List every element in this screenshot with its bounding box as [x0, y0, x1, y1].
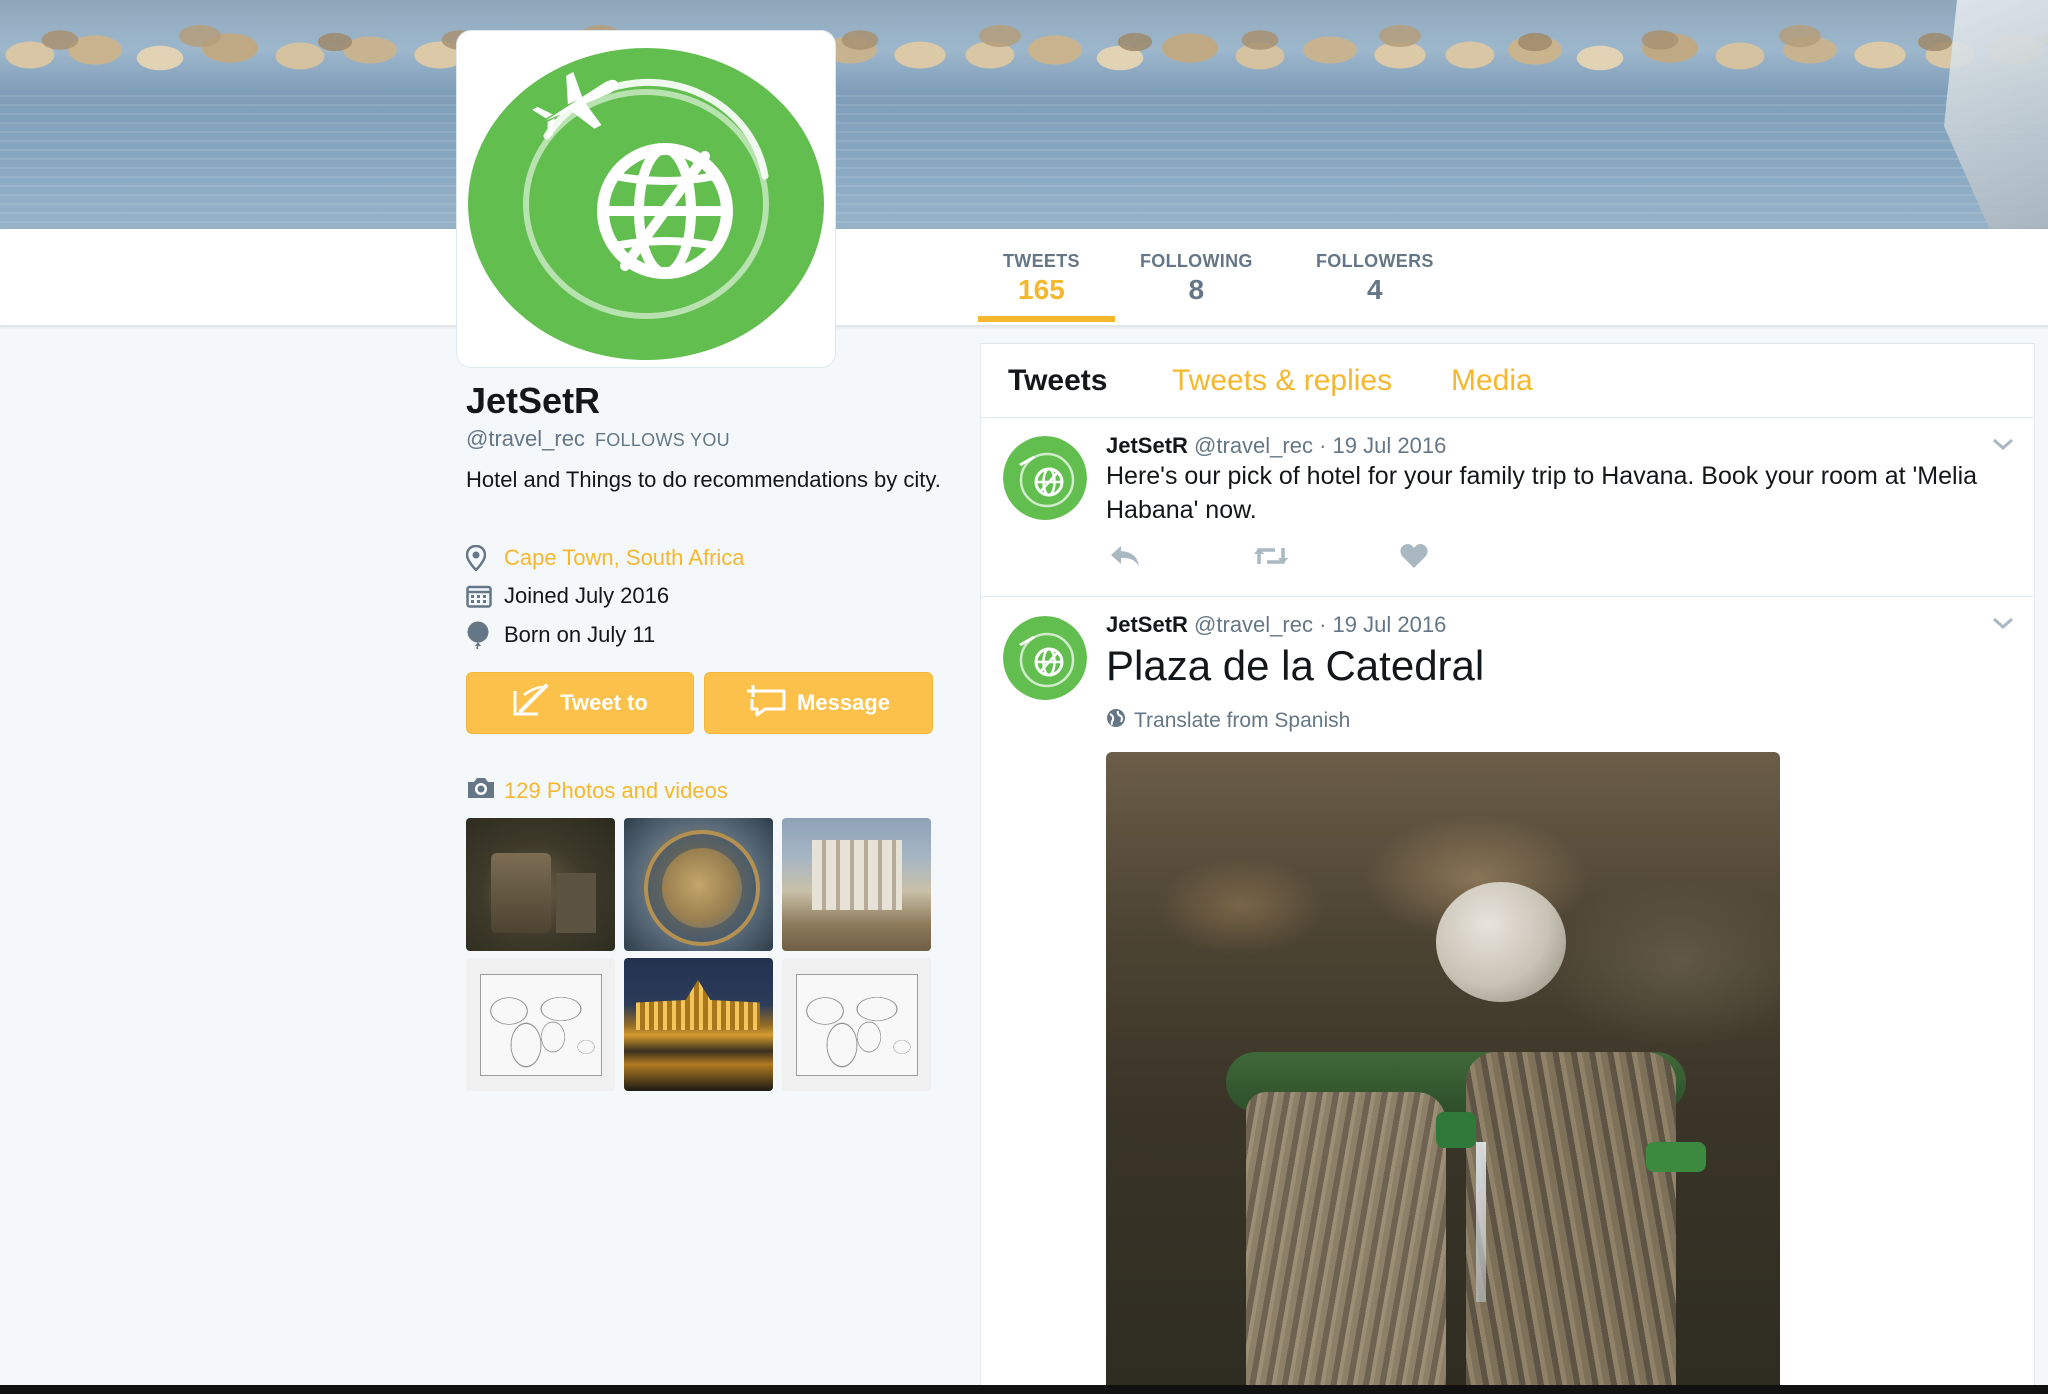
profile-location-text[interactable]: Cape Town, South Africa — [504, 545, 745, 571]
window-bottom-edge — [0, 1385, 2048, 1394]
active-stat-underline — [978, 316, 1115, 322]
stat-following-label: FOLLOWING — [1140, 251, 1253, 271]
banner-rocks-shadow — [0, 10, 2048, 80]
tab-tweets-and-replies[interactable]: Tweets & replies — [1172, 364, 1392, 398]
tweet-header: JetSetR @travel_rec · 19 Jul 2016 — [1106, 433, 1446, 459]
tweet-header: JetSetR @travel_rec · 19 Jul 2016 — [1106, 612, 1446, 638]
profile-nav-bar: TWEETS 165 FOLLOWING 8 FOLLOWERS 4 — [0, 229, 2048, 326]
media-pipe — [1436, 1112, 1476, 1148]
stat-tweets-label: TWEETS — [1003, 251, 1080, 271]
tweet-author-handle[interactable]: @travel_rec — [1194, 612, 1313, 637]
tweet-text: Here's our pick of hotel for your family… — [1106, 462, 1978, 524]
photos-and-videos-label[interactable]: 129 Photos and videos — [504, 778, 728, 804]
retweet-icon[interactable] — [1253, 544, 1289, 573]
banner-water — [0, 95, 2048, 229]
balloon-icon — [466, 621, 496, 649]
stat-following[interactable]: FOLLOWING 8 — [1140, 251, 1253, 306]
media-water-stream — [1476, 1142, 1486, 1302]
profile-joined: Joined July 2016 — [466, 583, 669, 609]
tweet-to-button[interactable]: Tweet to — [466, 672, 694, 734]
location-pin-icon — [466, 545, 496, 571]
stat-following-value: 8 — [1188, 274, 1205, 305]
media-skull-figure — [1436, 882, 1566, 1002]
tweet-media-image[interactable] — [1106, 752, 1780, 1393]
tweet-date[interactable]: · 19 Jul 2016 — [1319, 612, 1446, 637]
jetsetr-logo-icon — [1003, 436, 1087, 520]
tweet-author-handle[interactable]: @travel_rec — [1194, 433, 1313, 458]
translate-label[interactable]: Translate from Spanish — [1134, 709, 1350, 733]
profile-handle-row: @travel_rec FOLLOWS YOU — [466, 426, 730, 452]
reply-icon[interactable] — [1109, 544, 1141, 573]
chevron-down-icon[interactable] — [1990, 431, 2016, 457]
photo-thumbnail-3[interactable] — [782, 818, 931, 951]
media-rock-right — [1466, 1052, 1676, 1393]
profile-bio: Hotel and Things to do recommendations b… — [466, 467, 941, 492]
stat-tweets[interactable]: TWEETS 165 — [1003, 251, 1080, 306]
stat-followers-value: 4 — [1367, 274, 1383, 305]
profile-name[interactable]: JetSetR — [466, 380, 600, 422]
compose-icon — [512, 683, 550, 723]
photo-thumbnail-4[interactable] — [466, 958, 615, 1091]
photos-and-videos-link[interactable]: 129 Photos and videos — [466, 776, 728, 806]
translate-link[interactable]: Translate from Spanish — [1106, 708, 1350, 734]
tweet-avatar[interactable] — [1003, 616, 1087, 700]
stat-tweets-value: 165 — [1018, 274, 1065, 305]
tweet-to-label: Tweet to — [560, 690, 648, 715]
tab-media[interactable]: Media — [1451, 364, 1533, 398]
stat-followers[interactable]: FOLLOWERS 4 — [1316, 251, 1434, 306]
jetsetr-logo-icon — [1003, 616, 1087, 700]
tweet-item[interactable]: JetSetR @travel_rec · 19 Jul 2016 Plaza … — [981, 598, 2034, 1393]
follows-you-badge: FOLLOWS YOU — [594, 430, 730, 450]
calendar-icon — [466, 584, 496, 608]
tweet-date[interactable]: · 19 Jul 2016 — [1319, 433, 1446, 458]
profile-joined-text: Joined July 2016 — [504, 583, 670, 608]
message-icon — [747, 683, 787, 723]
message-button[interactable]: Message — [704, 672, 933, 734]
stat-followers-label: FOLLOWERS — [1316, 251, 1434, 271]
tweet-text: Plaza de la Catedral — [1106, 642, 1485, 689]
camera-icon — [466, 776, 496, 806]
tweet-author-name[interactable]: JetSetR — [1106, 433, 1188, 458]
tweet-item[interactable]: JetSetR @travel_rec · 19 Jul 2016 Here's… — [981, 419, 2034, 597]
media-pipe-right — [1646, 1142, 1706, 1172]
globe-icon — [1106, 708, 1126, 734]
profile-birthday-text: Born on July 11 — [504, 622, 656, 647]
profile-avatar[interactable] — [457, 31, 835, 367]
photo-thumbnail-5[interactable] — [624, 958, 773, 1091]
photo-thumbnail-6[interactable] — [782, 958, 931, 1091]
profile-birthday: Born on July 11 — [466, 621, 655, 649]
tweet-author-name[interactable]: JetSetR — [1106, 612, 1188, 637]
header-banner-image — [0, 0, 2048, 229]
timeline-tabs: Tweets Tweets & replies Media — [981, 344, 2034, 418]
tweet-avatar[interactable] — [1003, 436, 1087, 520]
like-icon[interactable] — [1400, 543, 1428, 574]
profile-handle[interactable]: @travel_rec — [466, 426, 585, 451]
photo-thumbnail-2[interactable] — [624, 818, 773, 951]
chevron-down-icon[interactable] — [1990, 610, 2016, 636]
profile-location[interactable]: Cape Town, South Africa — [466, 545, 745, 571]
jetsetr-logo-icon — [468, 48, 824, 360]
timeline: Tweets Tweets & replies Media JetSetR @t… — [980, 343, 2035, 1394]
photo-thumbnail-1[interactable] — [466, 818, 615, 951]
tab-tweets[interactable]: Tweets — [1008, 364, 1107, 398]
media-rock-left — [1246, 1092, 1446, 1393]
message-label: Message — [797, 690, 890, 715]
